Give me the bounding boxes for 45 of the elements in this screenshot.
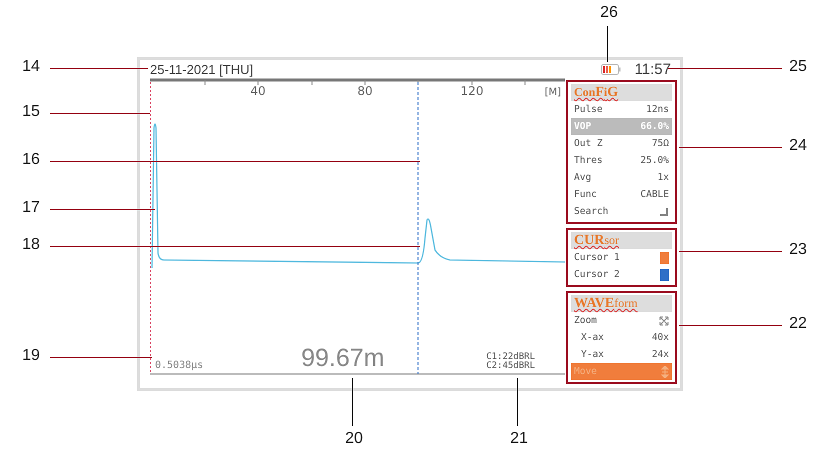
menu-item[interactable]: Thres 25.0% <box>571 152 672 169</box>
leader-line <box>607 26 608 62</box>
menu-item[interactable]: Cursor 1 <box>571 249 672 266</box>
callout-number: 19 <box>21 347 41 365</box>
callout-number: 24 <box>788 137 808 155</box>
panel-title: CURsor <box>571 232 672 249</box>
leader-line <box>352 378 353 426</box>
menu-item[interactable]: Cursor 2 <box>571 266 672 283</box>
callout-number: 17 <box>21 199 41 217</box>
expand-icon <box>659 316 669 326</box>
axis-tick-label: 80 <box>357 84 373 98</box>
cursor-line[interactable] <box>150 82 151 374</box>
callout-number: 16 <box>21 151 41 169</box>
date-label: 25-11-2021 [THU] <box>150 62 254 76</box>
clock-time: 11:57 <box>634 60 671 78</box>
callout-number: 22 <box>788 315 808 333</box>
callout-number: 25 <box>788 58 808 76</box>
leader-line <box>517 378 518 426</box>
menu-item[interactable]: Pulse 12ns <box>571 101 672 118</box>
panel-title: ConFiG <box>571 84 672 101</box>
callout-number: 14 <box>21 58 41 76</box>
panel-title: WAVEform <box>571 295 672 312</box>
menu-item[interactable]: Func CABLE <box>571 186 672 203</box>
menu-item[interactable]: Out Z 75Ω <box>571 135 672 152</box>
callout-number: 21 <box>509 430 529 448</box>
menu-item[interactable]: Search <box>571 203 672 220</box>
axis-tick-label: 40 <box>250 84 266 98</box>
menu-item[interactable]: Avg 1x <box>571 169 672 186</box>
corner-icon <box>659 208 669 216</box>
callout-number: 23 <box>788 241 808 259</box>
callout-number: 18 <box>21 236 41 254</box>
move-icon <box>661 366 669 378</box>
axis-tick-label: 120 <box>460 84 484 98</box>
menu-item[interactable]: Zoom <box>571 312 672 329</box>
distance-readout: 99.67m <box>301 346 386 371</box>
menu-item[interactable]: X-ax 40x <box>571 329 672 346</box>
cursor-level-readout: C1:22dBRL <box>486 353 535 362</box>
cursor-level-readout: C2:45dBRL <box>486 362 535 371</box>
callout-number: 20 <box>344 430 364 448</box>
callout-number: 15 <box>21 103 41 121</box>
battery-icon <box>600 64 621 74</box>
menu-item[interactable]: Y-ax 24x <box>571 346 672 363</box>
axis-unit-label: [M] <box>544 87 561 98</box>
pulse-width-readout: 0.5038µs <box>155 360 204 371</box>
callout-number: 26 <box>599 4 619 22</box>
